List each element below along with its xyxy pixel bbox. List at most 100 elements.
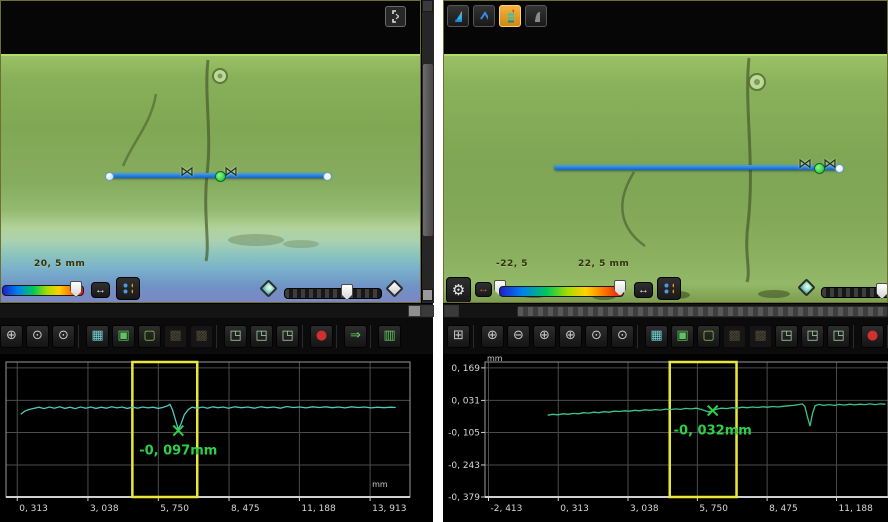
left-profile-chart[interactable]: 0, 3133, 0385, 7508, 47511, 18813, 913mm… (0, 354, 433, 522)
display-image-button[interactable]: ▣ (112, 325, 135, 348)
surface-bubble-core (218, 74, 223, 79)
hscroll-end-button[interactable] (408, 305, 421, 317)
range-reset-button[interactable]: ↔ (634, 282, 653, 298)
y-tick-label: -0, 379 (448, 493, 480, 503)
region-zoom-y-button[interactable]: ◳ (827, 325, 850, 348)
display-grid-button[interactable]: ▦ (86, 325, 109, 348)
export-image-button[interactable]: ⇒ (344, 325, 367, 348)
measure-x-marker-1[interactable]: ⋈ (798, 157, 812, 171)
profile-mode-button[interactable]: ⊞ (447, 325, 470, 348)
zoom-in-button[interactable]: ⊕ (481, 325, 504, 348)
measure-center-point[interactable] (814, 163, 825, 174)
zoom-redo-button[interactable]: ⊙ (611, 325, 634, 348)
x-tick-label: 3, 038 (90, 504, 119, 514)
right-profile-chart[interactable]: -2, 4130, 3133, 0385, 7508, 47511, 1880,… (443, 354, 888, 522)
x-tick-label: 0, 313 (19, 504, 48, 514)
right-capture-panel: ⋈ ⋈ (443, 0, 888, 522)
record-button[interactable]: ● (861, 325, 884, 348)
display-dots-button[interactable] (657, 277, 681, 300)
zoom-redo-button[interactable]: ⊙ (52, 325, 75, 348)
y-tick-label: -0, 243 (448, 461, 480, 471)
profile-map-button[interactable] (473, 5, 495, 27)
region-zoom-button[interactable]: ◳ (224, 325, 247, 348)
zoom-out-button[interactable]: ⊖ (507, 325, 530, 348)
fullscreen-button[interactable] (385, 6, 406, 27)
region-zoom-x-button[interactable]: ◳ (801, 325, 824, 348)
x-tick-label: 13, 913 (372, 504, 406, 514)
tool-disabled-2-button: ▩ (749, 325, 772, 348)
x-tick-label: 5, 750 (699, 504, 728, 514)
settings-button[interactable]: ⚙ (446, 277, 471, 303)
zoom-fit-h-button[interactable]: ⊕ (533, 325, 556, 348)
zoom-fit-v-button[interactable]: ⊕ (559, 325, 582, 348)
scratch-vertical (747, 58, 751, 282)
x-tick-label: 11, 188 (839, 504, 874, 514)
display-frame-button[interactable]: ▢ (697, 325, 720, 348)
tool-disabled-2-button: ▩ (190, 325, 213, 348)
left-measure-line[interactable]: ⋈ ⋈ (107, 173, 331, 178)
measure-center-point[interactable] (215, 171, 226, 182)
texture-map-button[interactable] (525, 5, 547, 27)
zoom-undo-button[interactable]: ⊙ (26, 325, 49, 348)
right-chart-toolbar: ⊞⊕⊖⊕⊕⊙⊙▦▣▢▩▩◳◳◳●⇒▥ (443, 318, 888, 354)
dots-grid-icon (664, 283, 674, 294)
left-chart-toolbar: ⊕⊙⊙▦▣▢▩▩◳◳◳●⇒▥ (0, 318, 433, 354)
hscroll-start-button[interactable] (444, 305, 459, 317)
left-capture-panel: ⋈ ⋈ 20, 5 mm ↔ ⊕⊙⊙▦▣▢▩▩◳◳◳●⇒▥ 0, 3133, 0… (0, 0, 433, 522)
right-measure-line[interactable]: ⋈ ⋈ (554, 165, 843, 170)
relief-icon (532, 9, 540, 23)
toolbar-separator (853, 325, 858, 348)
mountain-icon (454, 9, 462, 23)
height-map-button[interactable] (447, 5, 469, 27)
record-button[interactable]: ● (310, 325, 333, 348)
right-horizontal-scrollbar[interactable] (443, 303, 888, 318)
zoom-drag-button[interactable]: ⊕ (0, 325, 23, 348)
copy-view-button[interactable]: ▥ (378, 325, 401, 348)
measure-value-label: -0, 097mm (139, 444, 217, 459)
scratch-vertical (206, 60, 209, 261)
vscroll-up-button[interactable] (422, 0, 433, 12)
measure-x-marker-2[interactable]: ⋈ (823, 157, 837, 171)
display-dots-button[interactable] (116, 277, 140, 300)
scroll-corner (421, 305, 434, 317)
x-tick-label: 11, 188 (301, 504, 336, 514)
scratch-curved (123, 94, 156, 166)
surface-bubble-core (754, 79, 760, 85)
measure-endpoint-left[interactable] (105, 172, 114, 181)
red-range-icon: ↔ (478, 284, 489, 295)
toolbar-separator (370, 325, 375, 348)
display-image-button[interactable]: ▣ (671, 325, 694, 348)
toolbar-separator (637, 325, 642, 348)
region-zoom-button[interactable]: ◳ (775, 325, 798, 348)
left-image-viewer: ⋈ ⋈ 20, 5 mm ↔ (0, 0, 421, 303)
surface-smudge (283, 240, 319, 248)
wave-icon (480, 9, 488, 23)
display-grid-button[interactable]: ▦ (645, 325, 668, 348)
display-frame-button[interactable]: ▢ (138, 325, 161, 348)
height-colorbar[interactable] (499, 286, 624, 297)
hscroll-thumb[interactable] (517, 306, 888, 317)
vscroll-thumb[interactable] (423, 64, 433, 236)
multi-profile-button[interactable] (499, 5, 521, 27)
range-reset-button[interactable]: ↔ (91, 282, 110, 298)
range-arrows-icon: ↔ (638, 285, 649, 296)
fullscreen-icon (392, 10, 399, 23)
toolbar-separator (302, 325, 307, 348)
x-tick-label: 8, 475 (231, 504, 260, 514)
measure-x-marker-1[interactable]: ⋈ (180, 165, 194, 179)
surface-smudge (228, 234, 284, 246)
auto-range-button[interactable]: ↔ (475, 282, 492, 297)
left-vertical-scrollbar[interactable] (421, 0, 434, 303)
region-zoom-x-button[interactable]: ◳ (250, 325, 273, 348)
measure-x-marker-2[interactable]: ⋈ (224, 165, 238, 179)
vscroll-down-button[interactable] (422, 289, 433, 301)
y-tick-label: -0, 105 (448, 428, 480, 438)
measure-endpoint-right[interactable] (323, 172, 332, 181)
left-horizontal-scrollbar[interactable] (0, 303, 433, 318)
right-image-viewer: ⋈ ⋈ (443, 0, 888, 303)
position-slider[interactable] (284, 288, 382, 299)
toolbar-separator (216, 325, 221, 348)
measure-value-label: -0, 032mm (674, 424, 752, 439)
region-zoom-y-button[interactable]: ◳ (276, 325, 299, 348)
zoom-undo-button[interactable]: ⊙ (585, 325, 608, 348)
